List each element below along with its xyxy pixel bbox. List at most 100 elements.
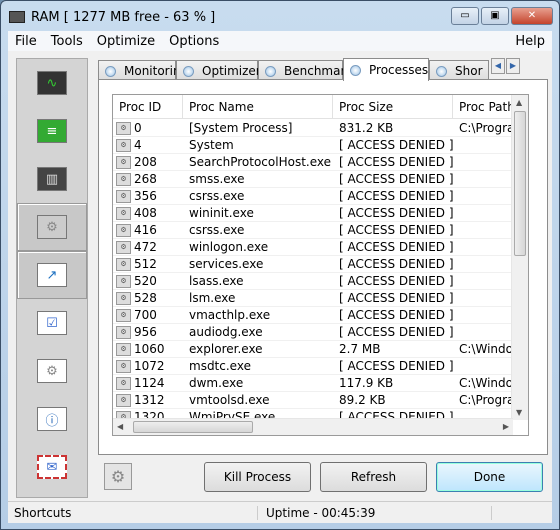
table-row[interactable]: ⚙ 956 audiodg.exe [ ACCESS DENIED ] [113, 324, 513, 341]
table-row[interactable]: ⚙ 268 smss.exe [ ACCESS DENIED ] [113, 171, 513, 188]
proc-id: 416 [134, 223, 157, 237]
menu-help[interactable]: Help [508, 34, 552, 49]
process-icon: ⚙ [116, 240, 131, 254]
proc-id: 956 [134, 325, 157, 339]
sidebar-item-info[interactable]: ⓘ [17, 395, 87, 443]
process-icon: ⚙ [116, 291, 131, 305]
sidebar-item-mail[interactable]: ✉ [17, 443, 87, 491]
info-icon: ⓘ [37, 407, 67, 431]
sidebar-item-tasks[interactable]: ☑ [17, 299, 87, 347]
proc-size-cell: [ ACCESS DENIED ] [339, 138, 453, 152]
tab-benchmark[interactable]: Benchmark [258, 60, 352, 81]
proc-size-cell: [ ACCESS DENIED ] [339, 274, 453, 288]
table-row[interactable]: ⚙1124 dwm.exe 117.9 KB C:\Windows [113, 375, 513, 392]
tab-optimizer[interactable]: Optimizer [176, 60, 261, 81]
column-proc-id[interactable]: Proc ID [113, 95, 183, 118]
table-row[interactable]: ⚙ 528 lsm.exe [ ACCESS DENIED ] [113, 290, 513, 307]
column-proc-name[interactable]: Proc Name [183, 95, 333, 118]
table-row[interactable]: ⚙ 356 csrss.exe [ ACCESS DENIED ] [113, 188, 513, 205]
kill-process-button[interactable]: Kill Process [204, 462, 311, 492]
close-button[interactable]: ✕ [511, 7, 553, 25]
status-bar: Shortcuts Uptime - 00:45:39 [8, 501, 552, 523]
list-icon: ≡ [37, 119, 67, 143]
table-row[interactable]: ⚙ 700 vmacthlp.exe [ ACCESS DENIED ] [113, 307, 513, 324]
table-row[interactable]: ⚙ 408 wininit.exe [ ACCESS DENIED ] [113, 205, 513, 222]
refresh-button[interactable]: Refresh [320, 462, 427, 492]
proc-id: 408 [134, 206, 157, 220]
table-row[interactable]: ⚙ 512 services.exe [ ACCESS DENIED ] [113, 256, 513, 273]
table-row[interactable]: ⚙ 4 System [ ACCESS DENIED ] [113, 137, 513, 154]
table-row[interactable]: ⚙ 1072 msdtc.exe [ ACCESS DENIED ] [113, 358, 513, 375]
sidebar-item-shortcuts[interactable]: ↗ [17, 251, 87, 299]
minimize-button[interactable]: ▭ [451, 7, 479, 25]
process-icon: ⚙ [116, 172, 131, 186]
proc-name-cell: smss.exe [189, 172, 245, 186]
proc-id: 520 [134, 274, 157, 288]
menu-options[interactable]: Options [162, 34, 226, 49]
list-header: Proc ID Proc Name Proc Size Proc Path [113, 95, 513, 119]
scroll-thumb[interactable] [514, 111, 526, 256]
sidebar-item-processes[interactable]: ⚙ [17, 203, 87, 251]
proc-id: 0 [134, 121, 142, 135]
tab-monitoring[interactable]: Monitoring [98, 60, 188, 81]
mail-icon: ✉ [37, 455, 67, 479]
app-window: RAM [ 1277 MB free - 63 % ] ▭ ▣ ✕ File T… [0, 0, 560, 530]
status-section: Shortcuts [8, 505, 258, 520]
tab-dot-icon [436, 65, 447, 77]
process-icon: ⚙ [116, 206, 131, 220]
menu-optimize[interactable]: Optimize [90, 34, 162, 49]
done-button[interactable]: Done [436, 462, 543, 492]
process-icon: ⚙ [116, 308, 131, 322]
gears-icon: ⚙ [104, 463, 132, 490]
proc-name-cell: msdtc.exe [189, 359, 251, 373]
proc-name-cell: vmacthlp.exe [189, 308, 271, 322]
table-row[interactable]: ⚙ 208 SearchProtocolHost.exe [ ACCESS DEN… [113, 154, 513, 171]
proc-name-cell: csrss.exe [189, 223, 245, 237]
sidebar-item-benchmark[interactable]: ▥ [17, 155, 87, 203]
table-row[interactable]: ⚙ 472 winlogon.exe [ ACCESS DENIED ] [113, 239, 513, 256]
proc-id-cell: ⚙ 956 [113, 325, 183, 339]
maximize-button[interactable]: ▣ [481, 7, 509, 25]
proc-name-cell: lsm.exe [189, 291, 236, 305]
proc-size-cell: [ ACCESS DENIED ] [339, 223, 453, 237]
process-list: Proc ID Proc Name Proc Size Proc Path ⚙ 0… [112, 94, 529, 436]
tab-shortcuts[interactable]: Shor [429, 60, 489, 81]
proc-name-cell: csrss.exe [189, 189, 245, 203]
proc-path-cell: C:\Program [459, 121, 513, 135]
tab-scroll-right-icon[interactable]: ▶ [506, 58, 520, 74]
table-row[interactable]: ⚙1060 explorer.exe 2.7 MB C:\Windows [113, 341, 513, 358]
proc-id: 528 [134, 291, 157, 305]
sidebar-item-optimizer[interactable]: ≡ [17, 107, 87, 155]
table-row[interactable]: ⚙1312 vmtoolsd.exe 89.2 KB C:\Program [113, 392, 513, 409]
tab-scroll-left-icon[interactable]: ◀ [491, 58, 505, 74]
scroll-thumb[interactable] [133, 421, 253, 433]
shortcut-icon: ↗ [37, 263, 67, 287]
process-icon: ⚙ [116, 393, 131, 407]
menu-tools[interactable]: Tools [44, 34, 90, 49]
proc-id-cell: ⚙ 472 [113, 240, 183, 254]
column-proc-size[interactable]: Proc Size [333, 95, 453, 118]
table-row[interactable]: ⚙0 [System Process] 831.2 KB C:\Program [113, 120, 513, 137]
vertical-scrollbar[interactable]: ▲ ▼ [511, 95, 528, 420]
sidebar-item-settings[interactable]: ⚙ [17, 347, 87, 395]
tab-processes[interactable]: Processes [343, 58, 429, 81]
sidebar-item-monitoring[interactable]: ∿ [17, 59, 87, 107]
proc-id-cell: ⚙ 1060 [113, 342, 183, 356]
horizontal-scrollbar[interactable]: ◀ ▶ [113, 418, 513, 435]
proc-size-cell: [ ACCESS DENIED ] [339, 189, 453, 203]
process-icon: ⚙ [116, 189, 131, 203]
menu-file[interactable]: File [8, 34, 44, 49]
table-row[interactable]: ⚙ 416 csrss.exe [ ACCESS DENIED ] [113, 222, 513, 239]
table-row[interactable]: ⚙ 520 lsass.exe [ ACCESS DENIED ] [113, 273, 513, 290]
proc-size-cell: [ ACCESS DENIED ] [339, 206, 453, 220]
settings-checklist-icon: ⚙ [37, 359, 67, 383]
proc-size-cell: 2.7 MB [339, 342, 381, 356]
checklist-icon: ☑ [37, 311, 67, 335]
proc-id: 1312 [134, 393, 165, 407]
proc-name-cell: lsass.exe [189, 274, 244, 288]
proc-name-cell: wininit.exe [189, 206, 254, 220]
proc-name-cell: SearchProtocolHost.exe [189, 155, 332, 169]
tab-label: Shor [455, 64, 483, 78]
proc-id-cell: ⚙ 4 [113, 138, 183, 152]
column-proc-path[interactable]: Proc Path [453, 95, 513, 118]
